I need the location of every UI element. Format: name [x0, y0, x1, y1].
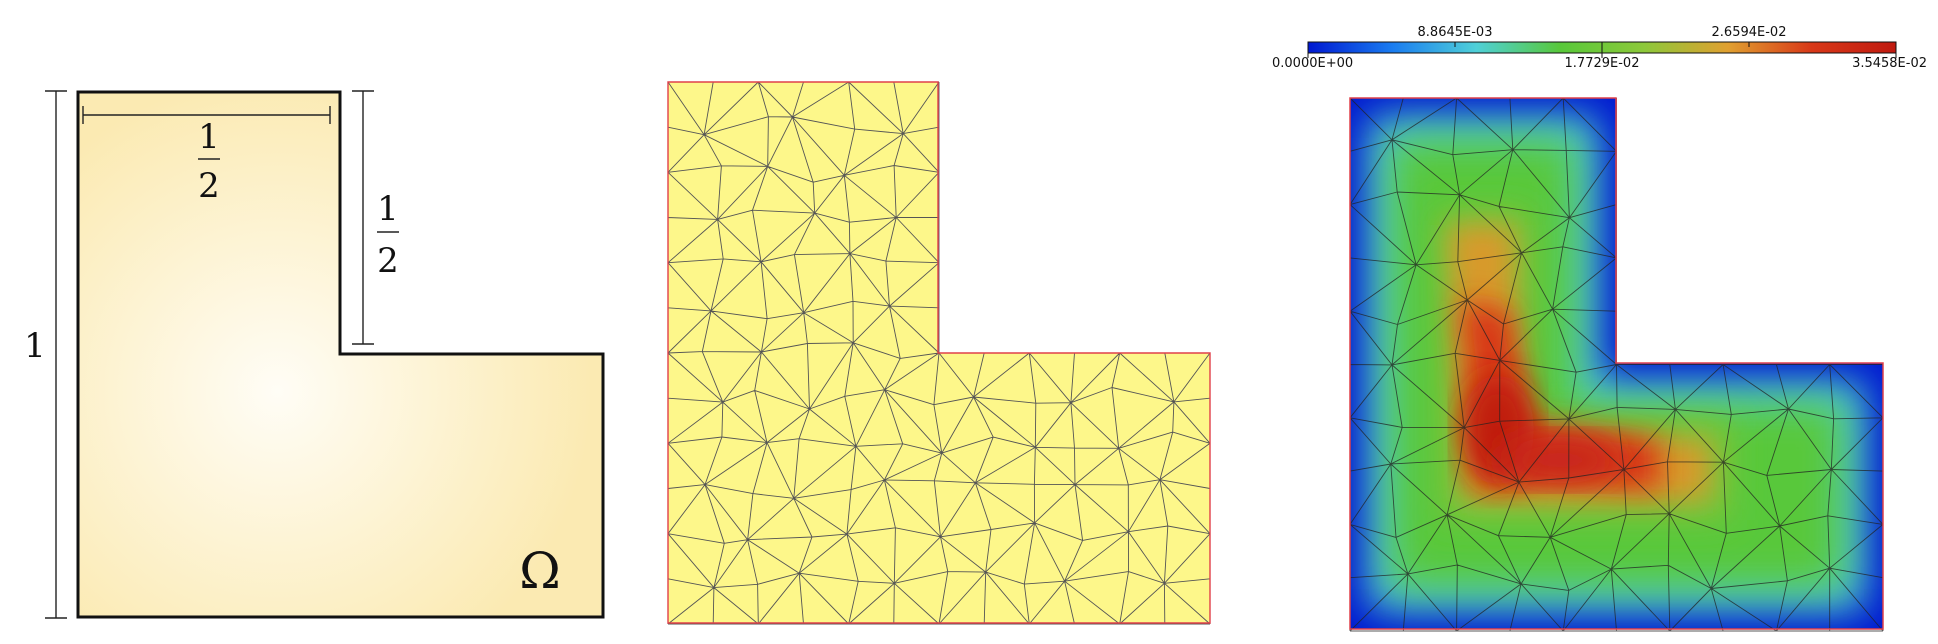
l-shaped-domain — [76, 90, 605, 619]
colorbar-tick-label: 1.7729E-02 — [1565, 56, 1640, 71]
colorbar-tick-label: 8.8645E-03 — [1418, 25, 1493, 40]
height-label: 1 — [24, 326, 46, 366]
domain-figure: 1 1 2 1 2 Ω — [24, 90, 605, 619]
triangular-mesh — [667, 81, 1211, 625]
colorbar-tick-label: 0.0000E+00 — [1272, 56, 1353, 71]
top-width-denominator: 2 — [198, 166, 220, 206]
colorbar: 8.8645E-03 2.6594E-02 0.0000E+00 1.7729E… — [1272, 25, 1927, 71]
domain-panel: 1 1 2 1 2 Ω — [0, 0, 640, 644]
height-dimension — [45, 90, 67, 619]
colorbar-tick-label: 3.5458E-02 — [1852, 56, 1927, 71]
top-width-numerator: 1 — [198, 117, 220, 157]
notch-height-denominator: 2 — [377, 241, 399, 281]
notch-height-numerator: 1 — [377, 189, 399, 229]
solution-plot: 8.8645E-03 2.6594E-02 0.0000E+00 1.7729E… — [1272, 25, 1927, 632]
mesh-panel — [640, 0, 1230, 644]
omega-symbol: Ω — [519, 542, 560, 600]
solution-field — [1350, 98, 1883, 629]
colorbar-tick-label: 2.6594E-02 — [1712, 25, 1787, 40]
solution-panel: 8.8645E-03 2.6594E-02 0.0000E+00 1.7729E… — [1230, 0, 1938, 644]
